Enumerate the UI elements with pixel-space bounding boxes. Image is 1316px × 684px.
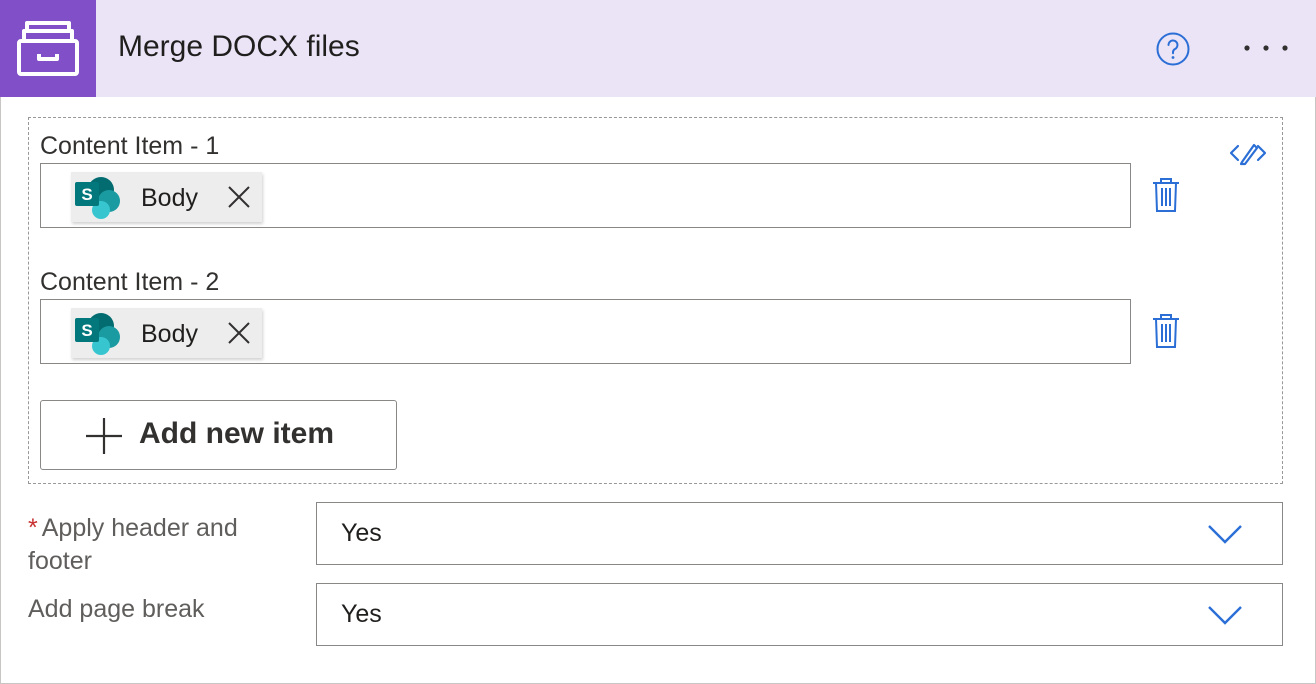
svg-text:S: S bbox=[81, 321, 92, 340]
trash-icon[interactable] bbox=[1152, 177, 1180, 213]
chevron-down-icon bbox=[1208, 606, 1242, 625]
code-edit-icon[interactable] bbox=[1229, 140, 1267, 166]
add-page-break-label: Add page break bbox=[28, 595, 205, 623]
action-title: Merge DOCX files bbox=[118, 30, 360, 63]
close-icon[interactable] bbox=[227, 185, 251, 209]
select-value: Yes bbox=[341, 600, 382, 628]
content-item-1-input[interactable]: S Body bbox=[40, 163, 1131, 228]
token-label: Body bbox=[141, 320, 198, 348]
content-item-2-label: Content Item - 2 bbox=[40, 268, 220, 296]
field-label-text: Apply header and footer bbox=[28, 514, 238, 575]
add-new-item-button[interactable]: Add new item bbox=[40, 400, 397, 470]
content-item-2-input[interactable]: S Body bbox=[40, 299, 1131, 364]
plus-icon bbox=[86, 418, 122, 454]
sharepoint-icon: S bbox=[75, 177, 120, 219]
close-icon[interactable] bbox=[227, 321, 251, 345]
dynamic-content-token[interactable]: S Body bbox=[71, 172, 262, 222]
content-item-1-label: Content Item - 1 bbox=[40, 132, 220, 160]
dynamic-content-token[interactable]: S Body bbox=[71, 308, 262, 358]
svg-text:S: S bbox=[81, 185, 92, 204]
ellipsis-icon[interactable] bbox=[1241, 38, 1291, 58]
sharepoint-icon: S bbox=[75, 313, 120, 355]
required-marker: * bbox=[28, 514, 38, 542]
trash-icon[interactable] bbox=[1152, 313, 1180, 349]
apply-header-footer-select[interactable]: Yes bbox=[316, 502, 1283, 565]
action-icon-box bbox=[0, 0, 96, 97]
question-circle-icon[interactable] bbox=[1155, 31, 1191, 67]
add-page-break-select[interactable]: Yes bbox=[316, 583, 1283, 646]
token-label: Body bbox=[141, 184, 198, 212]
select-value: Yes bbox=[341, 519, 382, 547]
chevron-down-icon bbox=[1208, 525, 1242, 544]
add-new-item-label: Add new item bbox=[139, 417, 335, 450]
apply-header-footer-label: * Apply header and footer bbox=[28, 512, 288, 578]
action-header[interactable]: Merge DOCX files bbox=[0, 0, 1316, 97]
archive-drawer-icon bbox=[17, 21, 79, 76]
